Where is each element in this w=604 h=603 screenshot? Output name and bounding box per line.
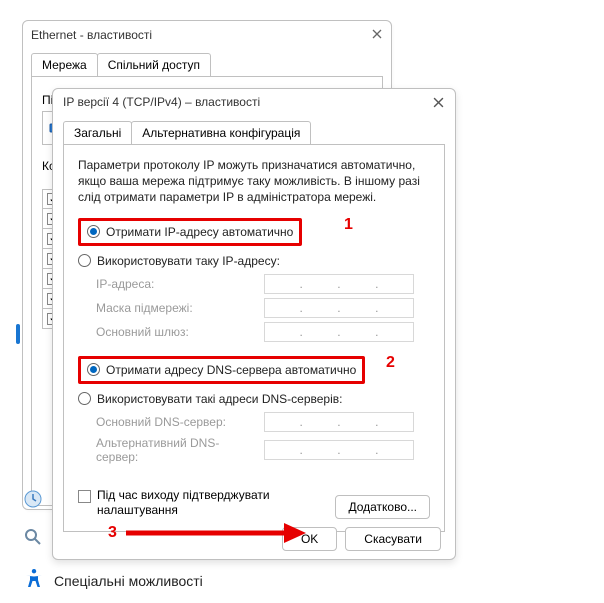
ipv4-body: Параметри протоколу IP можуть призначати… (63, 144, 445, 532)
search-icon[interactable] (20, 524, 46, 550)
radio-dns-manual-row[interactable]: Використовувати такі адреси DNS-серверів… (78, 390, 430, 408)
validate-on-exit-row[interactable]: Під час виходу підтверджувати налаштуван… (78, 488, 287, 519)
gateway-row: Основний шлюз: ... (96, 322, 430, 342)
ip-group: Отримати IP-адресу автоматично 1 Викорис… (78, 218, 430, 342)
annotation-1: 1 (344, 216, 353, 234)
subnet-mask-label: Маска підмережі: (96, 301, 256, 315)
subnet-mask-input: ... (264, 298, 414, 318)
ethernet-close-button[interactable] (369, 26, 385, 42)
close-icon (433, 97, 444, 108)
tab-network[interactable]: Мережа (31, 53, 98, 76)
radio-ip-manual-label: Використовувати таку IP-адресу: (97, 254, 280, 268)
ethernet-tabs: Мережа Спільний доступ (31, 53, 383, 76)
primary-dns-label: Основний DNS-сервер: (96, 415, 256, 429)
tab-alternate-config[interactable]: Альтернативна конфігурація (131, 121, 311, 144)
ip-address-row: IP-адреса: ... (96, 274, 430, 294)
radio-dns-manual[interactable] (78, 392, 91, 405)
primary-dns-input: ... (264, 412, 414, 432)
ipv4-properties-window: IP версії 4 (TCP/IPv4) – властивості Заг… (52, 88, 456, 560)
dns-group: Отримати адресу DNS-сервера автоматично … (78, 356, 430, 464)
alt-dns-input: ... (264, 440, 414, 460)
ipv4-title: IP версії 4 (TCP/IPv4) – властивості (63, 95, 260, 109)
radio-ip-auto-label: Отримати IP-адресу автоматично (106, 225, 293, 239)
alt-dns-label: Альтернативний DNS-сервер: (96, 436, 256, 464)
validate-checkbox[interactable] (78, 490, 91, 503)
annotation-2: 2 (386, 354, 395, 372)
history-icon[interactable] (20, 486, 46, 512)
tab-general[interactable]: Загальні (63, 121, 132, 144)
radio-dns-manual-label: Використовувати такі адреси DNS-серверів… (97, 392, 342, 406)
highlight-box-1: Отримати IP-адресу автоматично (78, 218, 302, 246)
tab-sharing[interactable]: Спільний доступ (97, 53, 211, 76)
close-icon (372, 29, 382, 39)
alt-dns-row: Альтернативний DNS-сервер: ... (96, 436, 430, 464)
dialog-buttons: OK Скасувати (282, 527, 441, 551)
gateway-label: Основний шлюз: (96, 325, 256, 339)
accessibility-row[interactable]: Спеціальні можливості (24, 568, 203, 594)
ethernet-title: Ethernet - властивості (31, 28, 152, 42)
cancel-button[interactable]: Скасувати (345, 527, 441, 551)
validate-label: Під час виходу підтверджувати налаштуван… (97, 488, 287, 519)
accessibility-icon (24, 568, 44, 594)
advanced-button[interactable]: Додатково... (335, 495, 430, 519)
accessibility-label: Спеціальні можливості (54, 573, 203, 589)
ip-address-label: IP-адреса: (96, 277, 256, 291)
radio-ip-manual-row[interactable]: Використовувати таку IP-адресу: (78, 252, 430, 270)
ok-button[interactable]: OK (282, 527, 337, 551)
ipv4-intro-text: Параметри протоколу IP можуть призначати… (78, 157, 430, 206)
ipv4-tabs: Загальні Альтернативна конфігурація (63, 121, 445, 144)
radio-dns-auto-label: Отримати адресу DNS-сервера автоматично (106, 363, 356, 377)
radio-dns-auto[interactable] (87, 363, 100, 376)
primary-dns-row: Основний DNS-сервер: ... (96, 412, 430, 432)
radio-ip-manual[interactable] (78, 254, 91, 267)
radio-ip-auto[interactable] (87, 225, 100, 238)
highlight-box-2: Отримати адресу DNS-сервера автоматично (78, 356, 365, 384)
gateway-input: ... (264, 322, 414, 342)
ethernet-titlebar: Ethernet - властивості (23, 21, 391, 49)
subnet-mask-row: Маска підмережі: ... (96, 298, 430, 318)
selection-indicator (16, 324, 20, 344)
ip-address-input: ... (264, 274, 414, 294)
annotation-3: 3 (108, 524, 117, 542)
ipv4-close-button[interactable] (429, 93, 447, 111)
ipv4-titlebar: IP версії 4 (TCP/IPv4) – властивості (53, 89, 455, 115)
